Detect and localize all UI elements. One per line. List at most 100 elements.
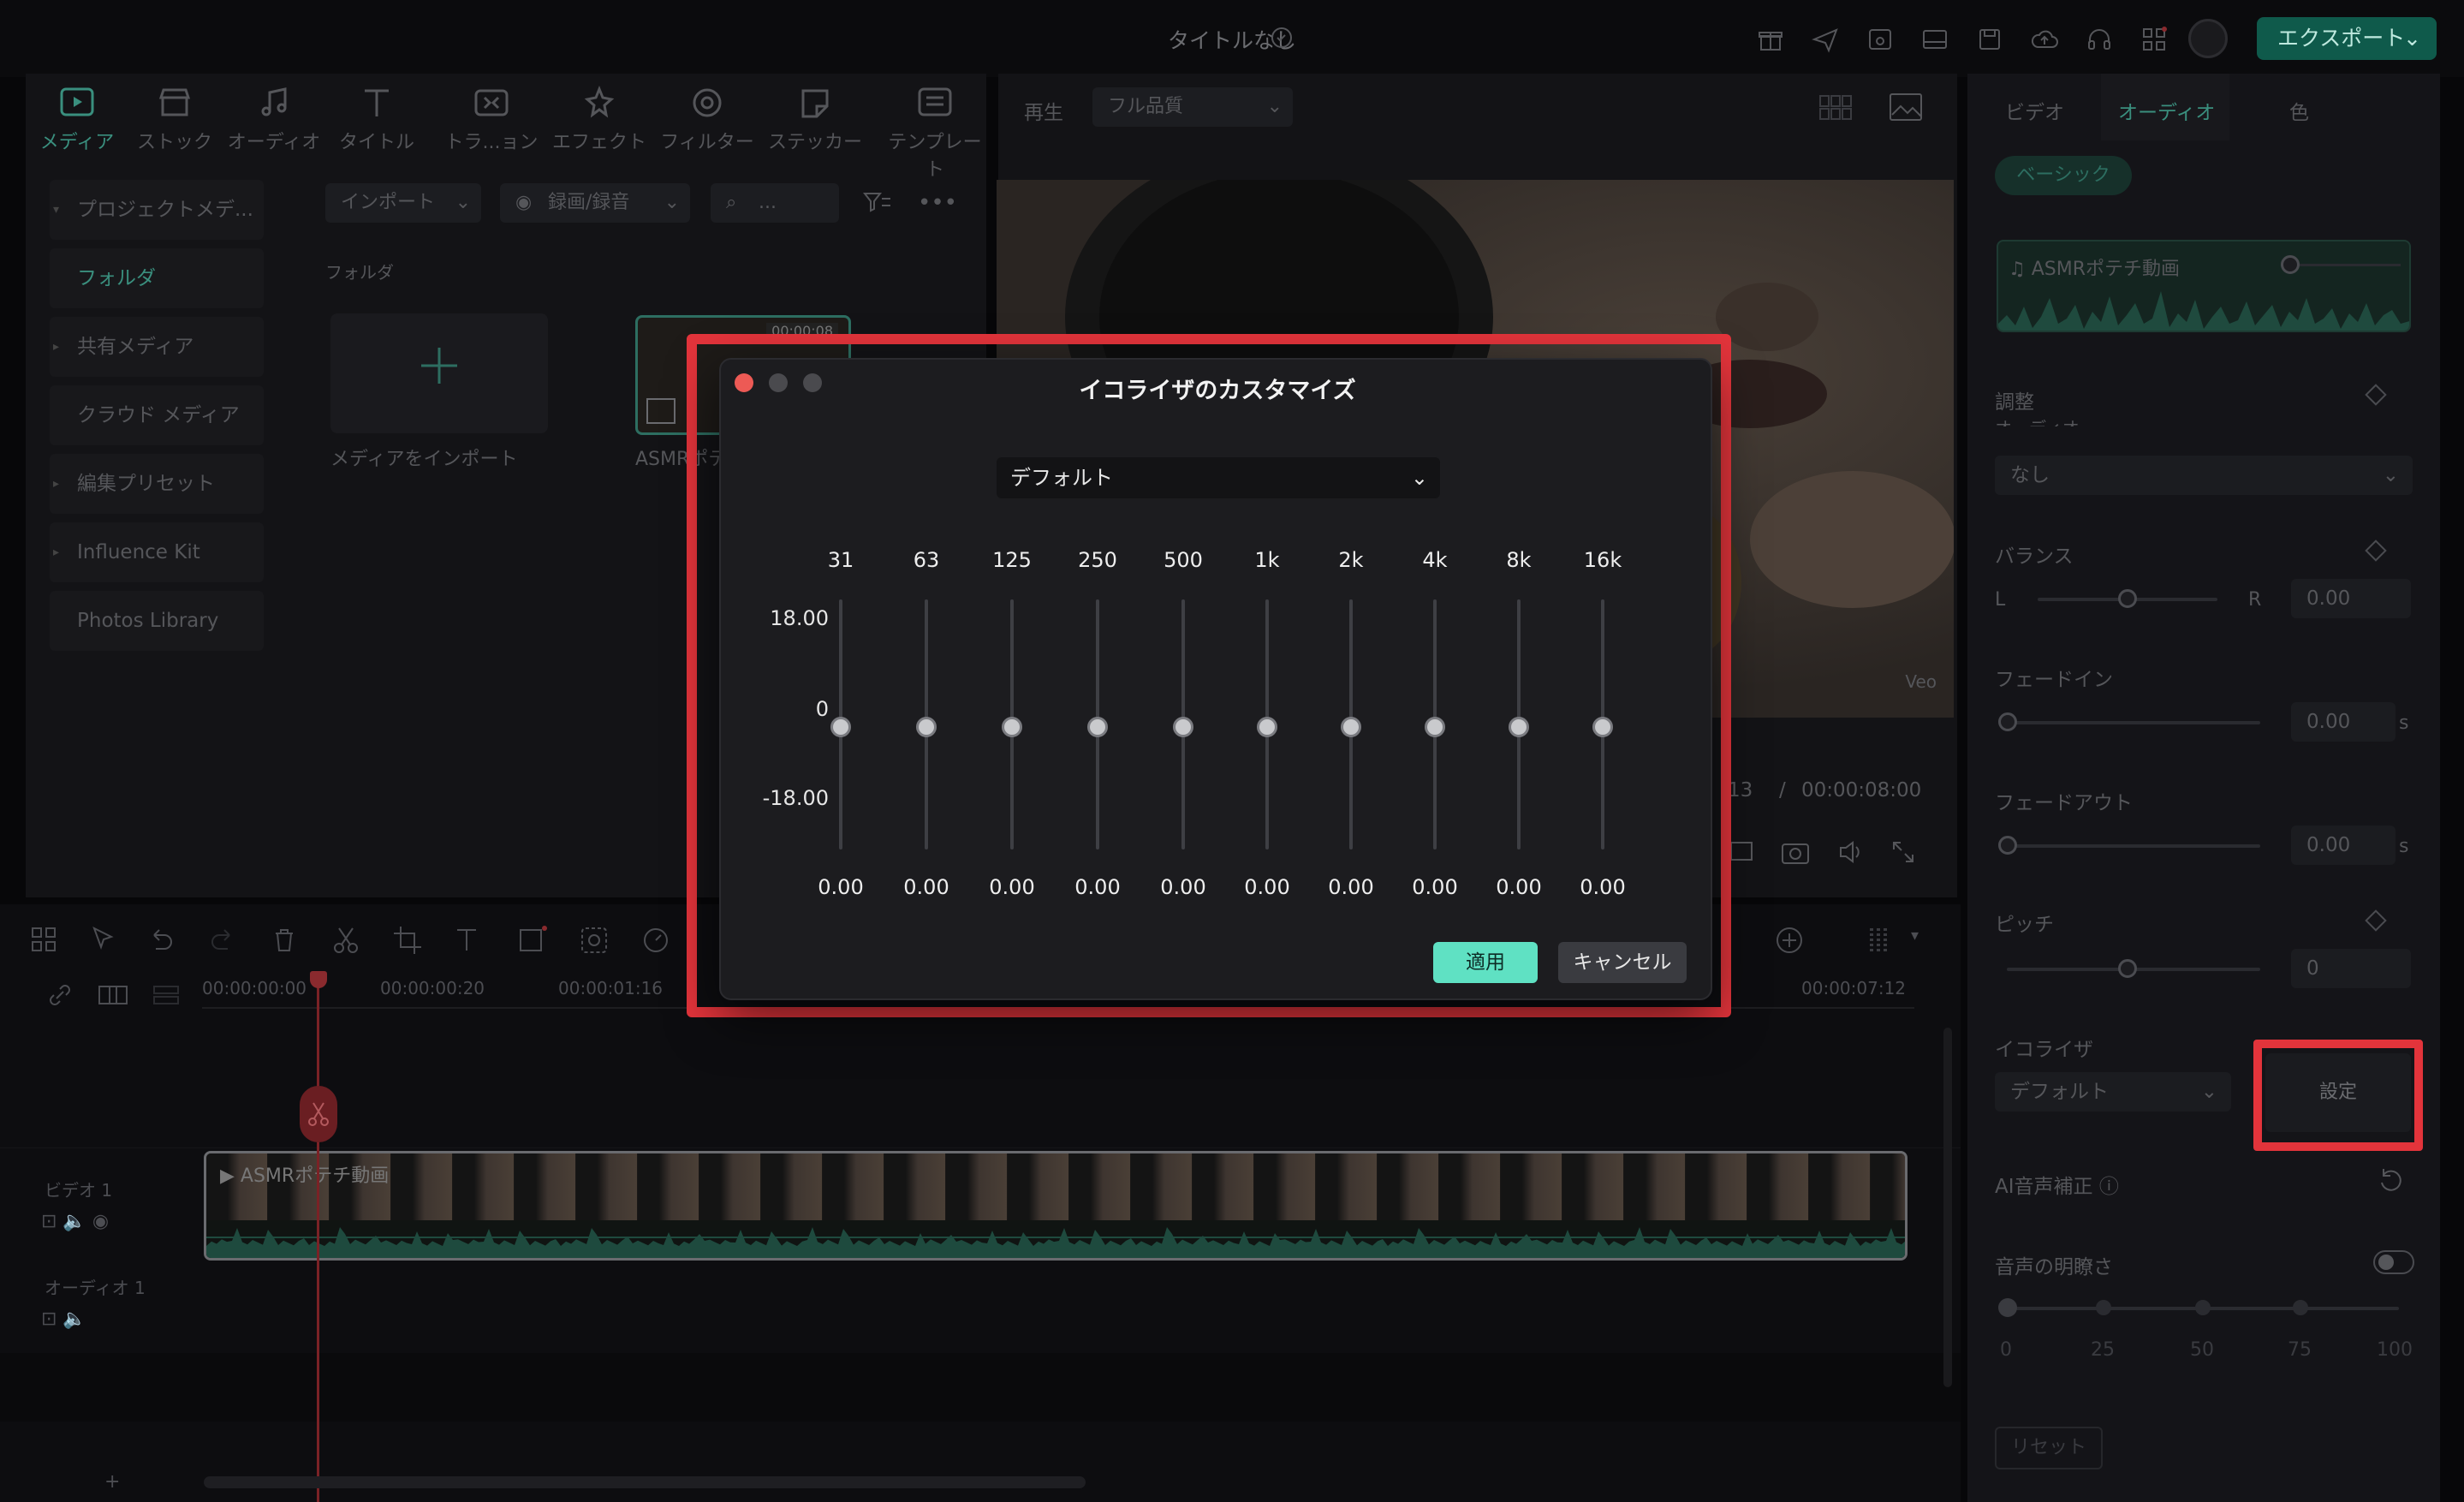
more-icon[interactable]: ••• — [918, 190, 957, 216]
pitch-value[interactable]: 0 — [2291, 949, 2411, 988]
eq-band-slider-knob[interactable] — [916, 717, 937, 737]
sidebar-item-photos-library[interactable]: Photos Library — [50, 591, 264, 651]
volume-icon[interactable] — [1837, 839, 1866, 865]
search-input[interactable]: ⌕... — [711, 183, 839, 223]
add-track-icon[interactable]: + — [104, 1471, 120, 1493]
eq-band-slider-knob[interactable] — [1509, 717, 1529, 737]
sidebar-item-project-media[interactable]: ▾ プロジェクトメデ... — [50, 180, 264, 240]
layout-grid-icon[interactable] — [29, 925, 60, 956]
tool-media[interactable]: メディア — [26, 86, 128, 154]
cloud-upload-icon[interactable] — [2029, 24, 2060, 55]
shape-tool-icon[interactable] — [517, 925, 548, 956]
eq-band-slider-knob[interactable] — [830, 717, 851, 737]
video-clip[interactable]: ▶ ASMRポテチ動画 — [204, 1151, 1908, 1261]
eq-band-slider-knob[interactable] — [1257, 717, 1277, 737]
basic-chip[interactable]: ベーシック — [1995, 156, 2132, 195]
fade-out-value[interactable]: 0.00 — [2291, 826, 2396, 865]
clarity-knob[interactable] — [1998, 1298, 2017, 1317]
record-dropdown[interactable]: ◉ 録画/録音 ⌄ — [500, 183, 690, 223]
import-dropdown[interactable]: インポート ⌄ — [325, 183, 481, 223]
layout-icon[interactable] — [1919, 24, 1950, 55]
tool-audio[interactable]: オーディオ — [223, 86, 325, 154]
eq-band-slider-knob[interactable] — [1341, 717, 1361, 737]
split-marker[interactable] — [300, 1086, 337, 1142]
track-manage-icon[interactable] — [152, 985, 180, 1007]
fade-out-slider[interactable] — [2007, 844, 2260, 848]
scissors-icon[interactable] — [330, 925, 361, 956]
vertical-scrollbar[interactable] — [1943, 1028, 1952, 1387]
fullscreen-icon[interactable] — [1890, 839, 1916, 865]
ai-tool-icon[interactable] — [579, 925, 610, 956]
equalizer-dropdown[interactable]: デフォルト ⌄ — [1995, 1072, 2231, 1112]
tool-sticker[interactable]: ステッカー — [764, 86, 866, 154]
tool-transition[interactable]: トラ...ョン — [440, 86, 543, 154]
zoom-in-icon[interactable] — [1774, 925, 1805, 956]
delete-icon[interactable] — [269, 925, 300, 956]
fade-in-slider[interactable] — [2007, 721, 2260, 724]
equalizer-preset-dropdown[interactable]: デフォルト ⌄ — [997, 457, 1440, 498]
export-button[interactable]: エクスポート ⌄ — [2257, 17, 2437, 60]
media-manage-icon[interactable] — [1865, 24, 1896, 55]
speed-icon[interactable] — [640, 925, 671, 956]
undo-icon[interactable] — [146, 925, 176, 956]
apply-button[interactable]: 適用 — [1433, 942, 1538, 983]
fit-screen-icon[interactable] — [1729, 839, 1757, 865]
card-volume-knob[interactable] — [2281, 255, 2300, 274]
tool-stock[interactable]: ストック — [123, 86, 226, 154]
search-icon: ⌕ — [726, 192, 737, 213]
reset-button[interactable]: リセット — [1995, 1427, 2103, 1469]
fade-in-knob[interactable] — [1998, 712, 2017, 731]
sidebar-item-shared-media[interactable]: ▸ 共有メディア — [50, 317, 264, 377]
balance-knob[interactable] — [2118, 589, 2137, 608]
playhead-handle[interactable] — [310, 971, 327, 988]
chevron-down-icon[interactable]: ▾ — [1911, 927, 1919, 945]
grid-view-icon[interactable] — [1818, 94, 1853, 122]
sidebar-item-cloud-media[interactable]: クラウド メディア — [50, 385, 264, 445]
apps-grid-icon[interactable] — [2139, 24, 2169, 55]
reset-icon[interactable] — [2377, 1166, 2406, 1195]
crop-icon[interactable] — [392, 925, 423, 956]
tool-effect[interactable]: エフェクト — [548, 86, 651, 154]
cancel-button[interactable]: キャンセル — [1558, 942, 1687, 983]
tab-audio[interactable]: オーディオ — [2118, 96, 2215, 125]
snapshot-icon[interactable] — [1781, 839, 1810, 865]
redo-icon[interactable] — [207, 925, 238, 956]
save-icon[interactable] — [1974, 24, 2005, 55]
sidebar-item-presets[interactable]: ▸ 編集プリセット — [50, 454, 264, 514]
headset-icon[interactable] — [2084, 24, 2115, 55]
group-icon[interactable] — [98, 983, 128, 1007]
sidebar-item-folder[interactable]: フォルダ — [50, 248, 264, 308]
eq-band-slider-knob[interactable] — [1592, 717, 1613, 737]
pitch-knob[interactable] — [2118, 959, 2137, 978]
tab-color[interactable]: 色 — [2289, 96, 2309, 125]
tool-template[interactable]: テンプレート — [882, 86, 988, 182]
track-controls[interactable]: ⊡ 🔈 ◉ — [41, 1211, 109, 1232]
select-tool-icon[interactable] — [89, 925, 120, 956]
gift-icon[interactable] — [1755, 24, 1786, 55]
tool-title[interactable]: タイトル — [325, 86, 428, 154]
eq-band-slider-knob[interactable] — [1002, 717, 1022, 737]
eq-band-slider-knob[interactable] — [1173, 717, 1193, 737]
balance-value[interactable]: 0.00 — [2291, 579, 2411, 618]
horizontal-scrollbar[interactable] — [204, 1476, 1086, 1488]
denoise-dropdown[interactable]: なし ⌄ — [1995, 456, 2413, 495]
eq-band-slider-knob[interactable] — [1425, 717, 1445, 737]
tool-filter[interactable]: フィルター — [656, 86, 759, 154]
fade-out-knob[interactable] — [1998, 836, 2017, 855]
tab-video[interactable]: ビデオ — [2005, 96, 2064, 125]
image-icon[interactable] — [1889, 92, 1923, 122]
import-media-tile[interactable] — [330, 313, 548, 433]
quality-dropdown[interactable]: フル品質 ⌄ — [1092, 87, 1293, 127]
avatar[interactable] — [2188, 19, 2228, 58]
sidebar-item-influence-kit[interactable]: ▸ Influence Kit — [50, 522, 264, 582]
track-controls[interactable]: ⊡ 🔈 — [41, 1308, 86, 1330]
text-tool-icon[interactable] — [454, 925, 485, 956]
link-icon[interactable] — [46, 981, 74, 1009]
timeline-options-icon[interactable] — [1863, 925, 1894, 956]
fade-in-value[interactable]: 0.00 — [2291, 702, 2396, 742]
filter-sort-icon[interactable] — [861, 187, 892, 218]
eq-band-slider-knob[interactable] — [1087, 717, 1108, 737]
playhead[interactable] — [317, 975, 319, 1502]
send-icon[interactable] — [1810, 24, 1841, 55]
clarity-toggle[interactable] — [2373, 1250, 2414, 1274]
